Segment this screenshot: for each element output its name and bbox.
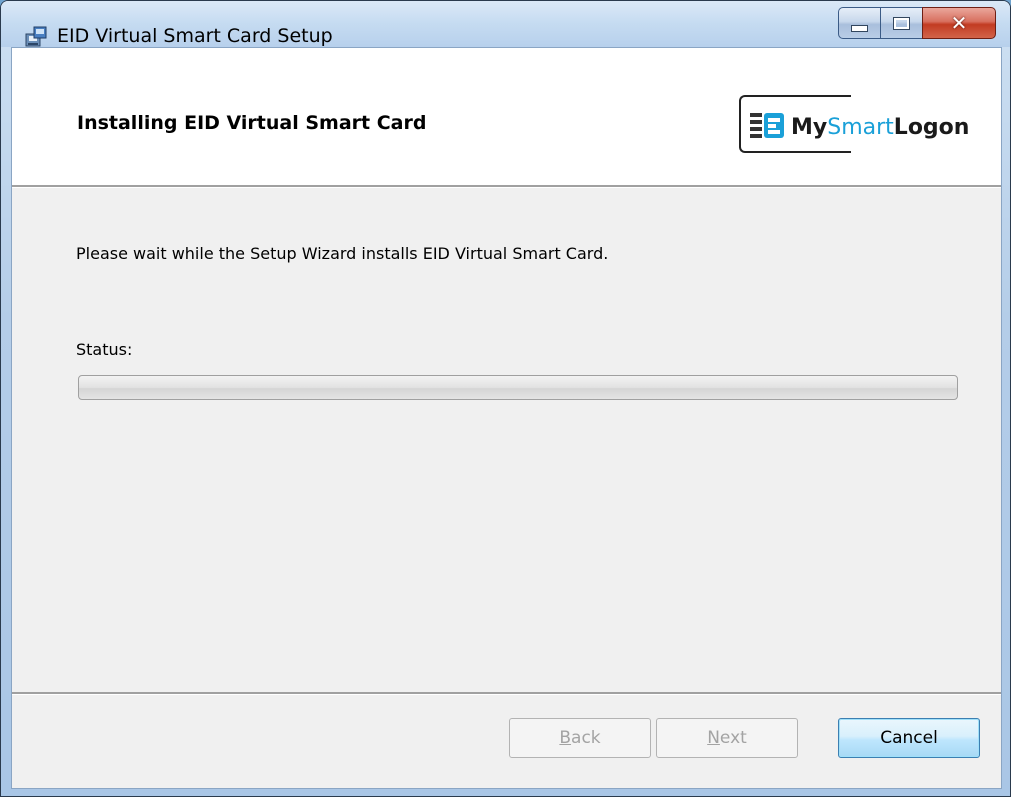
status-label: Status:	[76, 340, 133, 359]
back-button-accel: B	[559, 728, 572, 748]
back-button-label: ack	[571, 728, 601, 748]
dialog-client-area: Installing EID Virtual Smart Card MySmar…	[11, 47, 1002, 789]
back-button[interactable]: Back	[509, 718, 651, 758]
close-button[interactable]: ✕	[922, 7, 996, 39]
maximize-button[interactable]	[880, 7, 922, 39]
minimize-button[interactable]	[838, 7, 880, 39]
footer-divider	[12, 692, 1001, 695]
logo-text-smart: Smart	[827, 115, 894, 140]
install-progress-bar	[78, 375, 958, 400]
header-divider	[12, 185, 1001, 188]
maximize-icon	[894, 17, 909, 29]
page-title: Installing EID Virtual Smart Card	[77, 112, 427, 134]
setup-window: EID Virtual Smart Card Setup ✕ Installin…	[0, 0, 1011, 797]
logo-text-logon: Logon	[893, 115, 970, 140]
install-message: Please wait while the Setup Wizard insta…	[76, 244, 609, 263]
caption-buttons: ✕	[838, 7, 996, 39]
mysmartlogon-logo: MySmartLogon	[791, 117, 969, 139]
cancel-button[interactable]: Cancel	[838, 718, 980, 758]
window-title: EID Virtual Smart Card Setup	[57, 25, 333, 47]
installer-icon	[25, 26, 47, 48]
minimize-icon	[851, 24, 868, 32]
header-banner: Installing EID Virtual Smart Card MySmar…	[12, 48, 1001, 185]
title-bar[interactable]: EID Virtual Smart Card Setup ✕	[1, 1, 1010, 47]
next-button[interactable]: Next	[656, 718, 798, 758]
next-button-accel: N	[707, 728, 720, 748]
logo-text-my: My	[791, 115, 828, 140]
close-icon: ✕	[950, 11, 968, 35]
next-button-label: ext	[719, 728, 747, 748]
smart-card-logo-icon	[750, 111, 786, 145]
